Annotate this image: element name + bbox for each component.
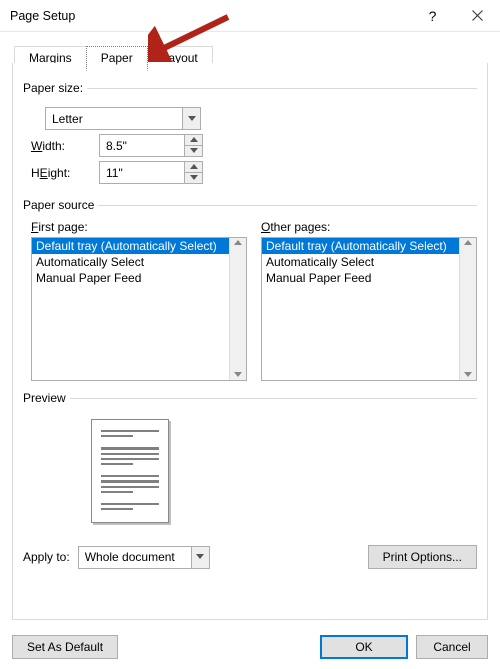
width-label: Width: [31, 139, 85, 153]
print-options-button[interactable]: Print Options... [368, 545, 477, 569]
width-spinner[interactable]: 8.5" [99, 134, 203, 157]
apply-to-select[interactable]: Whole document [78, 546, 210, 569]
scrollbar[interactable] [459, 238, 476, 380]
close-button[interactable] [455, 0, 500, 32]
height-up[interactable] [185, 162, 202, 173]
height-down[interactable] [185, 173, 202, 183]
scroll-up-icon [464, 240, 472, 246]
paper-size-select[interactable]: Letter [45, 107, 201, 130]
chevron-down-icon [191, 547, 209, 568]
group-preview: Preview [23, 391, 477, 523]
list-item[interactable]: Automatically Select [32, 254, 229, 270]
paper-size-value: Letter [46, 112, 182, 126]
preview-legend: Preview [23, 391, 70, 405]
chevron-down-icon [182, 108, 200, 129]
height-label: HEight: [31, 166, 85, 180]
scroll-up-icon [234, 240, 242, 246]
first-page-label: First page: [31, 220, 247, 234]
scroll-down-icon [234, 372, 242, 378]
apply-to-label: Apply to: [23, 550, 70, 564]
width-up[interactable] [185, 135, 202, 146]
list-item[interactable]: Default tray (Automatically Select) [262, 238, 459, 254]
group-paper-size: Paper size: Letter Width: 8.5" HEigh [23, 81, 477, 188]
height-spinner[interactable]: 11" [99, 161, 203, 184]
other-pages-listbox[interactable]: Default tray (Automatically Select) Auto… [261, 237, 477, 381]
cancel-button[interactable]: Cancel [416, 635, 488, 659]
group-paper-source: Paper source First page: Default tray (A… [23, 198, 477, 381]
title-bar: Page Setup ? [0, 0, 500, 32]
paper-size-legend: Paper size: [23, 81, 87, 95]
other-pages-label: Other pages: [261, 220, 477, 234]
preview-thumbnail [91, 419, 169, 523]
help-button[interactable]: ? [410, 0, 455, 32]
scrollbar[interactable] [229, 238, 246, 380]
paper-source-legend: Paper source [23, 198, 98, 212]
width-down[interactable] [185, 146, 202, 156]
window-title: Page Setup [10, 9, 75, 23]
ok-button[interactable]: OK [320, 635, 408, 659]
tab-panel-paper: Paper size: Letter Width: 8.5" HEigh [12, 63, 488, 620]
apply-to-value: Whole document [79, 550, 191, 564]
width-value: 8.5" [100, 135, 184, 156]
list-item[interactable]: Automatically Select [262, 254, 459, 270]
list-item[interactable]: Manual Paper Feed [32, 270, 229, 286]
tab-paper[interactable]: Paper [86, 46, 148, 71]
list-item[interactable]: Manual Paper Feed [262, 270, 459, 286]
close-icon [472, 10, 483, 21]
list-item[interactable]: Default tray (Automatically Select) [32, 238, 229, 254]
scroll-down-icon [464, 372, 472, 378]
height-value: 11" [100, 162, 184, 183]
set-as-default-button[interactable]: Set As Default [12, 635, 118, 659]
first-page-listbox[interactable]: Default tray (Automatically Select) Auto… [31, 237, 247, 381]
